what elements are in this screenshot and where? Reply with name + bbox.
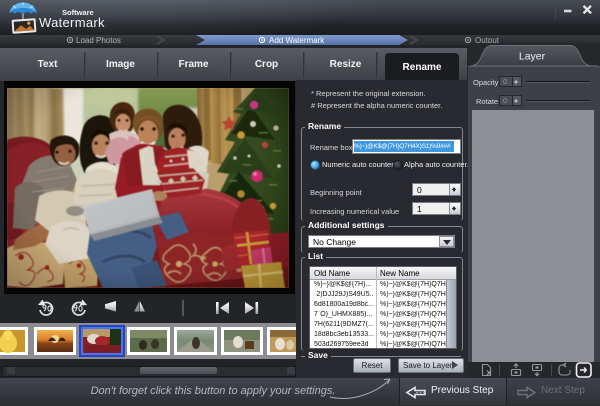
svg-text:Layer: Layer: [519, 51, 546, 63]
